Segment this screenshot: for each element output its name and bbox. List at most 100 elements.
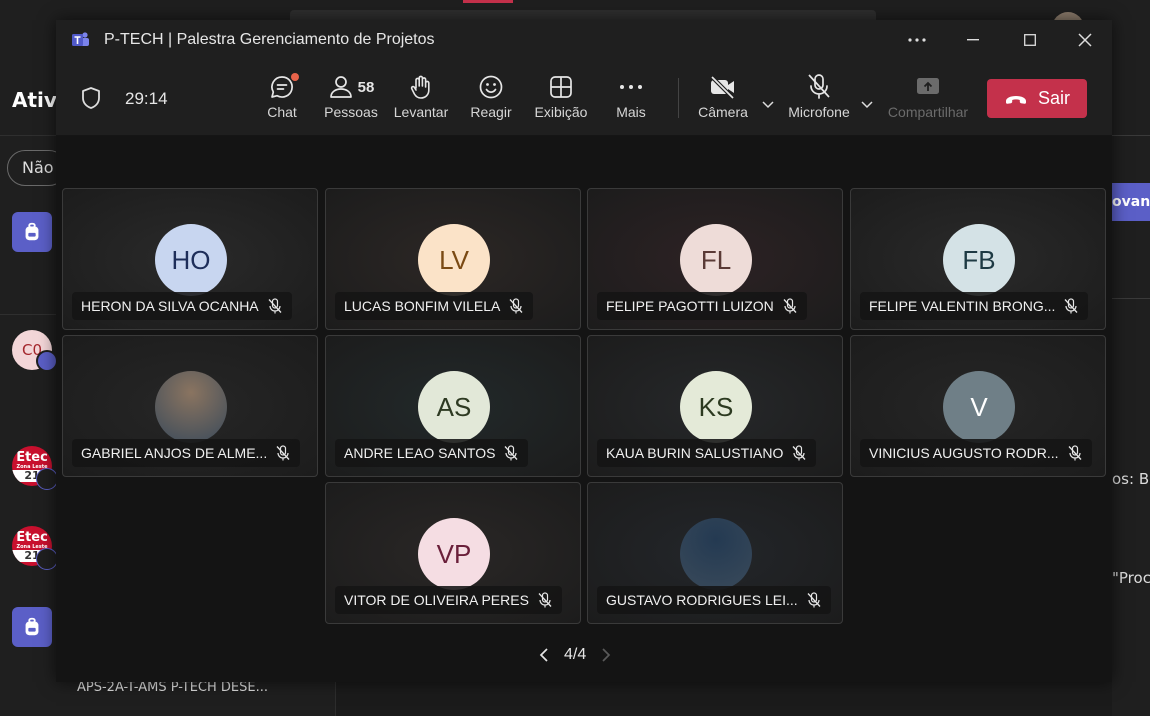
participant-tile[interactable]: LV LUCAS BONFIM VILELA xyxy=(325,188,581,330)
participant-avatar: FB xyxy=(943,224,1015,296)
participant-avatar: HO xyxy=(155,224,227,296)
channel-name[interactable]: APS-2A-T-AMS P-TECH DESE... xyxy=(77,680,268,695)
maximize-icon[interactable] xyxy=(1017,28,1043,52)
participant-name-bar: GABRIEL ANJOS DE ALME... xyxy=(72,439,301,467)
participant-avatar: LV xyxy=(418,224,490,296)
meeting-window: P-TECH | Palestra Gerenciamento de Proje… xyxy=(56,20,1112,682)
minimize-icon[interactable] xyxy=(960,28,986,52)
muted-mic-icon xyxy=(538,592,552,608)
muted-mic-icon xyxy=(1068,445,1082,461)
chevron-left-icon[interactable] xyxy=(538,647,550,663)
participant-name-bar: FELIPE PAGOTTI LUIZON xyxy=(597,292,807,320)
participant-avatar: V xyxy=(943,371,1015,443)
participant-tile[interactable]: VP VITOR DE OLIVEIRA PERES xyxy=(325,482,581,624)
participant-name-bar: GUSTAVO RODRIGUES LEI... xyxy=(597,586,831,614)
more-button[interactable]: Mais xyxy=(596,72,666,120)
people-button[interactable]: 58 Pessoas xyxy=(316,72,386,120)
close-icon[interactable] xyxy=(1072,28,1098,52)
team-badge-icon xyxy=(36,468,58,490)
react-button[interactable]: Reagir xyxy=(456,72,526,120)
participant-tile[interactable]: GUSTAVO RODRIGUES LEI... xyxy=(587,482,843,624)
participant-avatar: KS xyxy=(680,371,752,443)
participant-avatar: VP xyxy=(418,518,490,590)
view-button[interactable]: Exibição xyxy=(526,72,596,120)
participant-name: GABRIEL ANJOS DE ALME... xyxy=(81,445,268,461)
backpack-icon[interactable] xyxy=(12,212,52,252)
chevron-right-icon[interactable] xyxy=(600,647,612,663)
page-indicator: 4/4 xyxy=(564,646,587,663)
background-action-button[interactable]: ovan xyxy=(1112,183,1150,221)
muted-mic-icon xyxy=(783,298,797,314)
participant-name-bar: KAUA BURIN SALUSTIANO xyxy=(597,439,817,467)
participant-tile[interactable]: FL FELIPE PAGOTTI LUIZON xyxy=(587,188,843,330)
participant-photo xyxy=(155,371,227,443)
participant-name: VITOR DE OLIVEIRA PERES xyxy=(344,592,529,608)
more-label: Mais xyxy=(616,104,646,120)
participant-photo xyxy=(680,518,752,590)
microphone-label: Microfone xyxy=(788,104,850,120)
backpack-icon[interactable] xyxy=(12,607,52,647)
participant-tile[interactable]: GABRIEL ANJOS DE ALME... xyxy=(62,335,318,477)
calendar-badge-icon xyxy=(36,350,58,372)
participant-name-bar: VINICIUS AUGUSTO RODR... xyxy=(860,439,1092,467)
etec-logo-text: Etec xyxy=(16,529,48,545)
app-alert-indicator xyxy=(463,0,513,3)
hang-up-icon xyxy=(1005,95,1026,104)
muted-mic-icon xyxy=(504,445,518,461)
participant-name: GUSTAVO RODRIGUES LEI... xyxy=(606,592,798,608)
participant-tile[interactable]: KS KAUA BURIN SALUSTIANO xyxy=(587,335,843,477)
muted-mic-icon xyxy=(276,445,290,461)
toolbar-separator xyxy=(678,78,679,118)
muted-mic-icon xyxy=(792,445,806,461)
section-title: Ativ xyxy=(12,88,57,112)
background-content xyxy=(1112,60,1150,716)
title-bar: P-TECH | Palestra Gerenciamento de Proje… xyxy=(56,20,1112,60)
microphone-button[interactable]: Microfone xyxy=(784,72,854,120)
participant-name: LUCAS BONFIM VILELA xyxy=(344,298,501,314)
camera-off-icon xyxy=(710,75,735,99)
participant-avatar: FL xyxy=(680,224,752,296)
participant-tile[interactable]: AS ANDRE LEAO SANTOS xyxy=(325,335,581,477)
notification-dot xyxy=(291,73,299,81)
more-options-icon[interactable] xyxy=(904,28,930,52)
ellipsis-icon xyxy=(620,85,642,89)
participant-tile[interactable]: FB FELIPE VALENTIN BRONG... xyxy=(850,188,1106,330)
muted-mic-icon xyxy=(509,298,523,314)
muted-mic-icon xyxy=(268,298,282,314)
microphone-off-icon xyxy=(808,74,830,99)
participant-name-bar: VITOR DE OLIVEIRA PERES xyxy=(335,586,562,614)
leave-button[interactable]: Sair xyxy=(987,79,1087,118)
participant-name: KAUA BURIN SALUSTIANO xyxy=(606,445,784,461)
participant-grid: HO HERON DA SILVA OCANHA LV LUCAS BONFIM… xyxy=(56,136,1112,682)
camera-button[interactable]: Câmera xyxy=(688,72,758,120)
chat-label: Chat xyxy=(267,104,297,120)
people-count: 58 xyxy=(357,78,375,96)
participant-name-bar: ANDRE LEAO SANTOS xyxy=(335,439,529,467)
raise-hand-button[interactable]: Levantar xyxy=(386,72,456,120)
share-button[interactable]: Compartilhar xyxy=(886,72,970,120)
shield-icon[interactable] xyxy=(80,86,102,110)
background-text: "Proc xyxy=(1112,569,1150,587)
muted-mic-icon xyxy=(807,592,821,608)
view-label: Exibição xyxy=(534,104,588,120)
people-label: Pessoas xyxy=(324,104,378,120)
leave-label: Sair xyxy=(1037,88,1070,108)
share-screen-icon xyxy=(917,78,939,94)
participant-name-bar: HERON DA SILVA OCANHA xyxy=(72,292,292,320)
participant-tile[interactable]: HO HERON DA SILVA OCANHA xyxy=(62,188,318,330)
smiley-icon xyxy=(479,75,503,99)
chat-button[interactable]: Chat xyxy=(247,72,317,120)
participant-tile[interactable]: V VINICIUS AUGUSTO RODR... xyxy=(850,335,1106,477)
participant-name: VINICIUS AUGUSTO RODR... xyxy=(869,445,1059,461)
chevron-down-icon[interactable] xyxy=(760,96,776,112)
react-label: Reagir xyxy=(470,104,512,120)
chevron-down-icon[interactable] xyxy=(859,96,875,112)
background-text: os: Bo xyxy=(1112,470,1150,488)
participant-name-bar: LUCAS BONFIM VILELA xyxy=(335,292,534,320)
muted-mic-icon xyxy=(1064,298,1078,314)
share-label: Compartilhar xyxy=(887,104,969,120)
window-title: P-TECH | Palestra Gerenciamento de Proje… xyxy=(104,31,435,48)
raise-hand-label: Levantar xyxy=(393,104,449,120)
team-badge-icon xyxy=(36,548,58,570)
participant-avatar: AS xyxy=(418,371,490,443)
